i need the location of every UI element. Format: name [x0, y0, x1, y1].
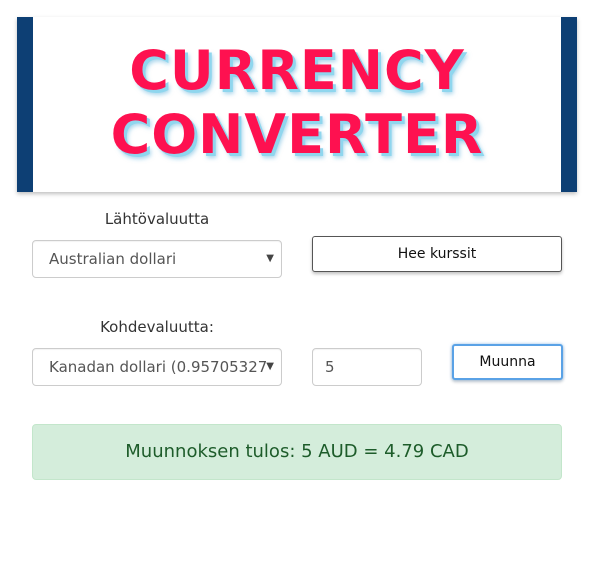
target-currency-value: Kanadan dollari (0.95705327: [49, 358, 268, 376]
fetch-rates-button[interactable]: Hee kurssit: [312, 236, 562, 272]
page-title: CURRENCY CONVERTER: [33, 39, 561, 167]
source-currency-label: Lähtövaluutta: [104, 210, 210, 228]
amount-input[interactable]: 5: [312, 348, 422, 386]
header-banner: CURRENCY CONVERTER: [17, 17, 577, 192]
caret-down-icon: ▼: [266, 361, 274, 372]
source-currency-select[interactable]: Australian dollari ▼: [32, 240, 282, 278]
caret-down-icon: ▼: [266, 253, 274, 264]
convert-button[interactable]: Muunna: [452, 344, 563, 380]
conversion-result: Muunnoksen tulos: 5 AUD = 4.79 CAD: [32, 424, 562, 480]
banner-right-bar: [561, 17, 577, 192]
banner-left-bar: [17, 17, 33, 192]
title-line-2: CONVERTER: [110, 103, 484, 166]
title-line-1: CURRENCY: [129, 39, 465, 102]
currency-converter-page: CURRENCY CONVERTER Lähtövaluutta Austral…: [0, 0, 595, 569]
target-currency-select[interactable]: Kanadan dollari (0.95705327 ▼: [32, 348, 282, 386]
source-currency-value: Australian dollari: [49, 250, 177, 268]
target-currency-label: Kohdevaluutta:: [100, 318, 214, 336]
